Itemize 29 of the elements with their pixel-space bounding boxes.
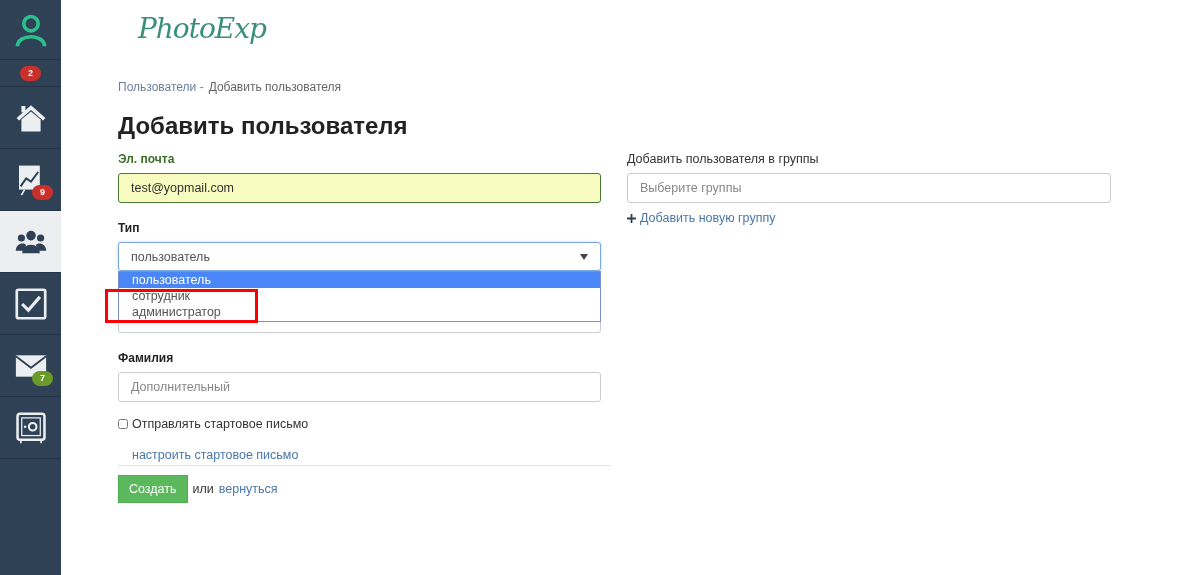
field-label: Фамилия (118, 351, 174, 365)
caret-icon (580, 253, 588, 260)
configure-link[interactable]: настроить стартовое письмо (132, 448, 299, 462)
field-label: Добавить пользователя в группы (627, 152, 819, 166)
sidebar-item[interactable] (0, 211, 61, 273)
breadcrumb-current: Добавить пользователя (208, 80, 341, 94)
count-badge: 7 (32, 371, 53, 386)
dropdown-option[interactable]: администратор (119, 304, 600, 320)
last-name-field[interactable]: Дополнительный (118, 372, 601, 402)
groups-field[interactable]: Выберите группы (627, 173, 1111, 203)
page-title: Добавить пользователя (118, 112, 408, 140)
count-badge: 2 (20, 65, 41, 81)
or-text: или (192, 482, 214, 496)
logo: PhotoExp (138, 12, 266, 47)
checkbox[interactable] (118, 419, 128, 429)
checkbox-icon (14, 287, 47, 320)
field-label: Тип (118, 221, 140, 235)
type-select[interactable]: пользователь (118, 242, 601, 271)
checkbox-label: Отправлять стартовое письмо (132, 417, 309, 431)
dropdown-option[interactable]: пользователь (119, 272, 600, 288)
field-label: Эл. почта (118, 152, 175, 166)
add-group-link[interactable]: Добавить новую группу (627, 211, 776, 225)
back-link[interactable]: вернуться (218, 482, 278, 496)
breadcrumb-link[interactable]: Пользователи - (118, 80, 204, 94)
count-badge: 9 (32, 185, 53, 200)
dropdown-option[interactable]: сотрудник (119, 288, 600, 304)
plus-icon (627, 213, 636, 223)
safe-icon (14, 411, 47, 444)
email-field[interactable]: test@yopmail.com (118, 173, 601, 203)
